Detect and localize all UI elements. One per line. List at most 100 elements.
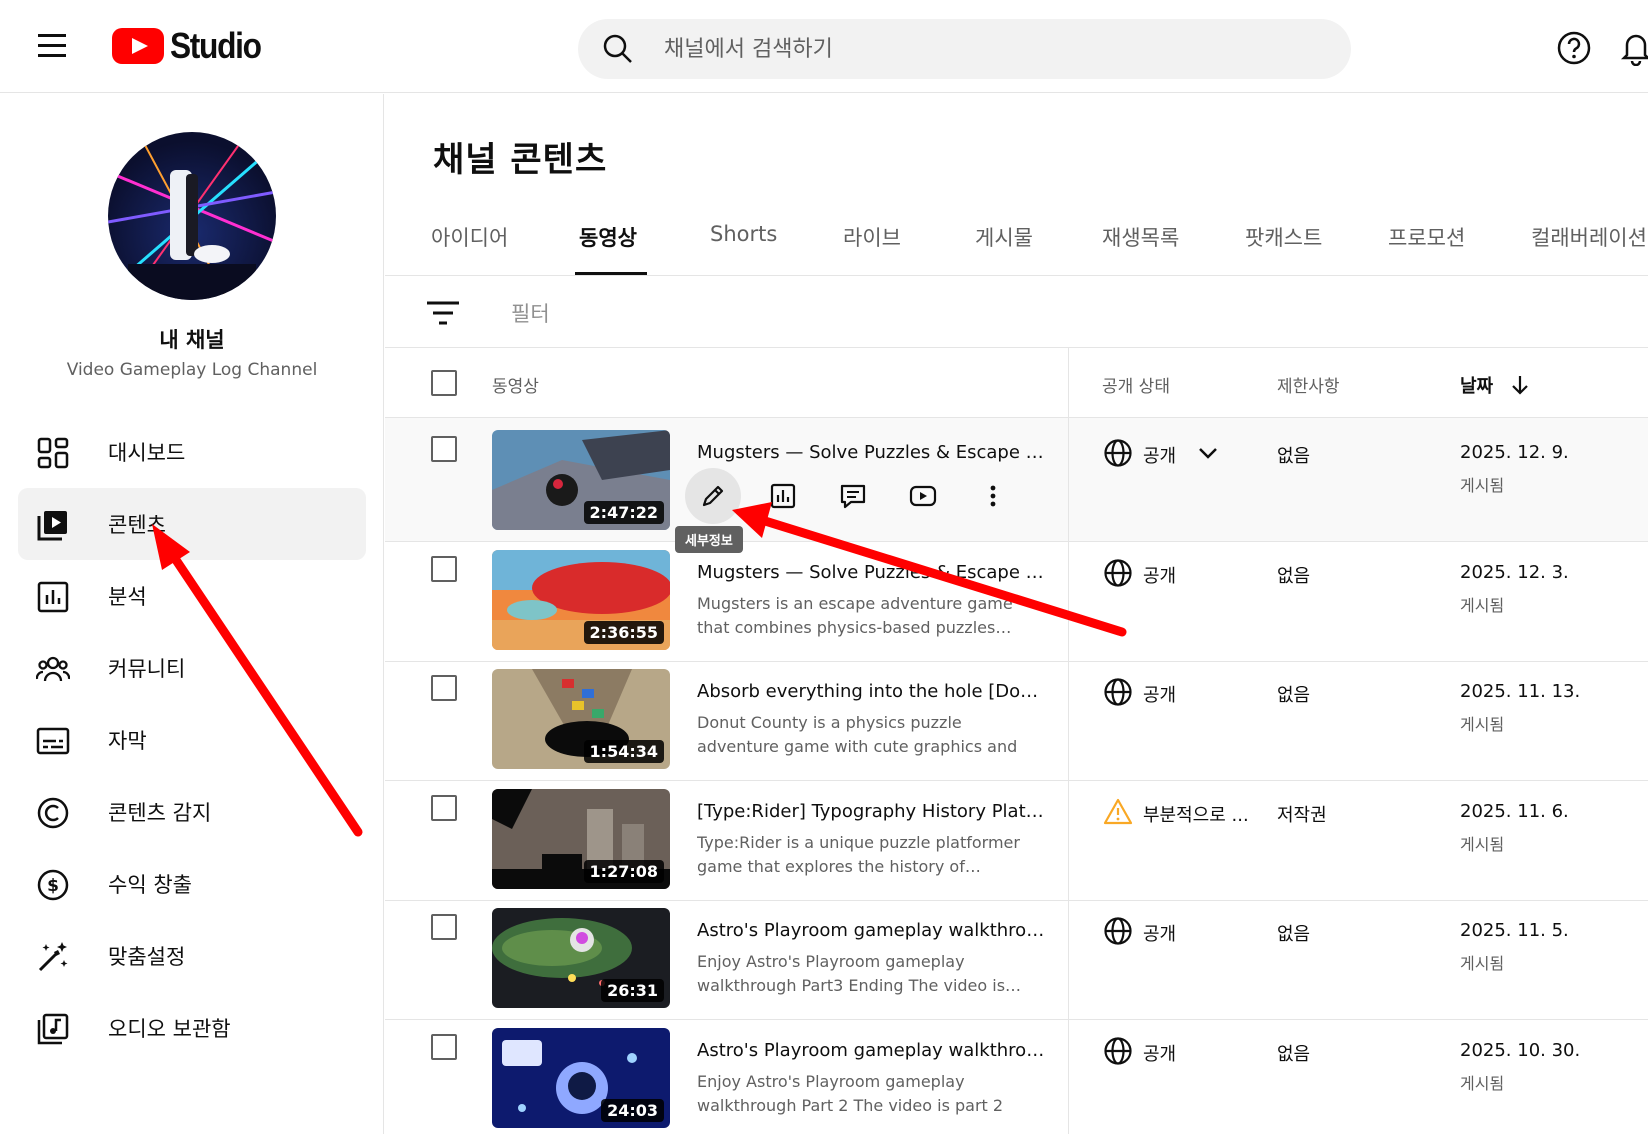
row-actions — [685, 468, 1015, 524]
row-checkbox[interactable] — [431, 914, 457, 940]
row-checkbox[interactable] — [431, 1033, 457, 1060]
publish-date: 2025. 11. 6. — [1460, 800, 1569, 822]
row-checkbox[interactable] — [431, 675, 457, 701]
sidebar-item-monetization[interactable]: $ 수익 창출 — [18, 848, 366, 920]
edit-details-button[interactable] — [685, 468, 741, 524]
warning-icon — [1103, 798, 1133, 824]
select-all-checkbox[interactable] — [431, 370, 457, 396]
tab-playlists[interactable]: 재생목록 — [1102, 222, 1179, 252]
left-sidebar: 내 채널 Video Gameplay Log Channel 대시보드 콘텐츠… — [0, 94, 384, 1134]
sidebar-item-label: 콘텐츠 — [108, 513, 166, 537]
analytics-button[interactable] — [755, 468, 811, 524]
video-thumbnail[interactable]: 2:47:22 — [492, 430, 670, 530]
video-title[interactable]: Mugsters — Solve Puzzles & Escape Advent… — [697, 562, 1047, 583]
sidebar-item-label: 자막 — [108, 729, 147, 753]
table-row[interactable]: 24:03 Astro's Playroom gameplay walkthro… — [385, 1016, 1648, 1134]
dashboard-icon — [37, 437, 69, 469]
video-title[interactable]: Mugsters — Solve Puzzles & Escape Advent… — [697, 442, 1047, 463]
visibility-status[interactable]: 공개 — [1143, 442, 1176, 468]
tab-promotions[interactable]: 프로모션 — [1388, 222, 1465, 252]
publish-date: 2025. 12. 9. — [1460, 442, 1569, 463]
chevron-down-icon[interactable] — [1197, 444, 1219, 462]
tab-collaborations[interactable]: 컬래버레이션 — [1531, 222, 1647, 252]
notifications-bell-icon[interactable] — [1618, 28, 1648, 66]
column-header-date[interactable]: 날짜 — [1460, 372, 1493, 398]
filter-icon[interactable] — [427, 300, 459, 326]
sidebar-item-content[interactable]: 콘텐츠 — [18, 488, 366, 560]
sidebar-item-customization[interactable]: 맞춤설정 — [18, 920, 366, 992]
video-duration: 26:31 — [601, 979, 664, 1002]
channel-avatar[interactable] — [108, 132, 276, 300]
video-duration: 24:03 — [601, 1098, 664, 1122]
sidebar-item-subtitles[interactable]: 자막 — [18, 704, 366, 776]
menu-icon[interactable] — [38, 34, 70, 60]
video-title[interactable]: [Type:Rider] Typography History Platform… — [697, 801, 1047, 822]
video-thumbnail[interactable]: 24:03 — [492, 1027, 670, 1128]
sidebar-item-analytics[interactable]: 분석 — [18, 560, 366, 632]
search-icon[interactable] — [602, 33, 634, 65]
search-input[interactable] — [664, 27, 1304, 71]
help-icon[interactable] — [1556, 30, 1592, 66]
globe-icon — [1104, 678, 1132, 706]
search-bar[interactable] — [578, 19, 1351, 79]
visibility-status: 공개 — [1143, 924, 1177, 945]
sidebar-item-audio-library[interactable]: 오디오 보관함 — [18, 992, 366, 1064]
filter-bar: 필터 — [385, 276, 1648, 348]
video-thumbnail[interactable]: 26:31 — [492, 908, 670, 1008]
table-row[interactable]: 2:47:22 Mugsters — Solve Puzzles & Escap… — [385, 418, 1648, 553]
sidebar-item-community[interactable]: 커뮤니티 — [18, 632, 366, 704]
row-checkbox[interactable] — [431, 555, 457, 582]
tab-posts[interactable]: 게시물 — [975, 222, 1033, 252]
video-description: Enjoy Astro's Playroom gameplay walkthro… — [697, 1071, 1004, 1115]
publish-status: 게시됨 — [1460, 834, 1505, 854]
sidebar-item-label: 분석 — [108, 585, 147, 609]
table-row[interactable]: 26:31 Astro's Playroom gameplay walkthro… — [385, 896, 1648, 1020]
comment-icon — [840, 484, 866, 509]
video-thumbnail[interactable]: 2:36:55 — [492, 549, 670, 650]
publish-status: 게시됨 — [1460, 954, 1505, 973]
filter-input[interactable]: 필터 — [511, 298, 550, 328]
comments-button[interactable] — [825, 468, 881, 524]
video-thumbnail[interactable]: 1:54:34 — [492, 669, 670, 769]
video-duration: 2:47:22 — [583, 501, 664, 524]
video-title[interactable]: Astro's Playroom gameplay walkthrough Pa… — [697, 1040, 1047, 1061]
video-duration: 2:36:55 — [583, 620, 664, 644]
more-vertical-icon — [990, 485, 996, 507]
column-header-video: 동영상 — [492, 377, 539, 397]
video-description: Donut County is a physics puzzle adventu… — [697, 713, 1018, 756]
sidebar-item-label: 수익 창출 — [108, 873, 192, 897]
table-row[interactable]: 1:54:34 Absorb everything into the hole … — [385, 657, 1648, 781]
video-thumbnail[interactable]: 1:27:08 — [492, 788, 670, 889]
restrictions-value: 없음 — [1277, 565, 1311, 587]
column-header-restrictions: 제한사항 — [1277, 377, 1340, 397]
table-header: 동영상 공개 상태 제한사항 날짜 — [385, 348, 1648, 418]
channel-name: 내 채널 — [159, 328, 225, 352]
row-checkbox[interactable] — [431, 794, 457, 821]
sidebar-item-label: 오디오 보관함 — [108, 1017, 231, 1041]
tab-videos[interactable]: 동영상 — [579, 222, 637, 252]
column-divider — [1068, 348, 1069, 1134]
video-title[interactable]: Absorb everything into the hole [Donut C… — [697, 681, 1047, 702]
publish-status: 게시됨 — [1460, 1073, 1505, 1093]
publish-date: 2025. 11. 5. — [1460, 920, 1569, 941]
table-row[interactable]: 1:27:08 [Type:Rider] Typography History … — [385, 777, 1648, 901]
tab-podcasts[interactable]: 팟캐스트 — [1245, 222, 1322, 252]
table-row[interactable]: 2:36:55 Mugsters — Solve Puzzles & Escap… — [385, 538, 1648, 662]
tab-ideas[interactable]: 아이디어 — [431, 222, 508, 252]
row-checkbox[interactable] — [431, 436, 457, 462]
globe-icon — [1104, 1036, 1132, 1065]
more-options-button[interactable] — [965, 468, 1021, 524]
globe-icon — [1104, 917, 1132, 945]
sidebar-item-dashboard[interactable]: 대시보드 — [18, 416, 366, 488]
view-on-youtube-button[interactable] — [895, 468, 951, 524]
publish-date: 2025. 11. 13. — [1460, 681, 1581, 702]
sort-descending-icon[interactable] — [1510, 374, 1530, 396]
publish-date: 2025. 12. 3. — [1460, 561, 1569, 583]
svg-text:$: $ — [47, 876, 59, 896]
tab-shorts[interactable]: Shorts — [710, 222, 777, 246]
tab-live[interactable]: 라이브 — [843, 222, 901, 252]
youtube-studio-logo[interactable]: Studio — [112, 25, 273, 66]
restrictions-value: 없음 — [1277, 446, 1311, 467]
video-title[interactable]: Astro's Playroom gameplay walkthrough Pa… — [697, 920, 1047, 941]
sidebar-item-copyright[interactable]: 콘텐츠 감지 — [18, 776, 366, 848]
